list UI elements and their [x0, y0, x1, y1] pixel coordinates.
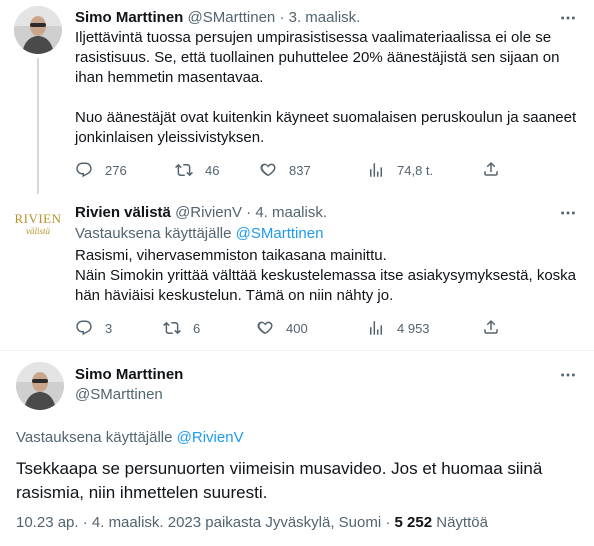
author-handle[interactable]: @SMarttinen	[188, 9, 276, 26]
reply-count: 276	[105, 162, 127, 178]
like-count: 400	[286, 320, 308, 336]
reply-to-link[interactable]: @SMarttinen	[236, 225, 324, 242]
like-button[interactable]: 837	[259, 160, 311, 180]
reply-prefix: Vastauksena käyttäjälle	[75, 225, 236, 242]
reply-count: 3	[105, 320, 113, 336]
tweet-body: Rasismi, vihervasemmiston taikasana main…	[75, 247, 577, 304]
more-button[interactable]	[558, 365, 578, 385]
logo-subtext: välistä	[26, 226, 50, 236]
more-dots-icon	[561, 16, 575, 20]
speech-bubble-icon	[76, 320, 92, 336]
logo-text: RIVIEN	[14, 211, 62, 226]
avatar[interactable]: RIVIEN välistä	[14, 200, 62, 248]
share-icon	[484, 161, 498, 176]
retweet-count: 46	[205, 162, 220, 178]
tweet-timestamp[interactable]: 10.23 ap. · 4. maalisk. 2023 paikasta Jy…	[16, 514, 395, 531]
reply-context: Vastauksena käyttäjälle @SMarttinen	[75, 224, 580, 244]
more-dots-icon	[561, 373, 575, 377]
retweet-icon	[175, 163, 193, 177]
like-button[interactable]: 400	[256, 318, 308, 338]
avatar[interactable]	[16, 362, 64, 410]
reply-prefix: Vastauksena käyttäjälle	[16, 429, 177, 446]
like-count: 837	[289, 162, 311, 178]
share-button[interactable]	[482, 160, 500, 183]
more-button[interactable]	[558, 8, 578, 28]
tweet-actions: 276 46 837 74,8 t.	[75, 160, 505, 180]
thread-line	[37, 58, 39, 194]
retweet-button[interactable]: 6	[163, 318, 200, 338]
views-button[interactable]: 74,8 t.	[367, 160, 433, 180]
views-button[interactable]: 4 953	[367, 318, 430, 338]
tweet-date[interactable]: 4. maalisk.	[255, 204, 327, 221]
speech-bubble-icon	[76, 162, 92, 178]
share-icon	[484, 319, 498, 334]
reply-to-link[interactable]: @RivienV	[177, 429, 244, 446]
tweet-body: Tsekkaapa se persunuorten viimeisin musa…	[16, 459, 543, 502]
divider	[0, 350, 594, 351]
view-label: Näyttöä	[432, 514, 488, 531]
view-count: 4 953	[397, 320, 430, 336]
tweet-actions: 3 6 400 4 953	[75, 318, 505, 338]
tweet-body: Iljettävintä tuossa persujen umpirasisti…	[75, 29, 577, 146]
reply-context: Vastauksena käyttäjälle @RivienV	[16, 428, 244, 448]
tweet-date[interactable]: 3. maalisk.	[289, 9, 361, 26]
heart-icon	[257, 321, 273, 335]
author-name[interactable]: Simo Marttinen	[75, 9, 183, 26]
reply-button[interactable]: 3	[75, 318, 112, 338]
tweet-header: Simo Marttinen @SMarttinen · 3. maalisk.	[75, 8, 360, 28]
view-count: 5 252	[394, 514, 433, 531]
reply-button[interactable]: 276	[75, 160, 127, 180]
retweet-icon	[163, 321, 181, 335]
more-button[interactable]	[558, 203, 578, 223]
retweet-count: 6	[193, 320, 201, 336]
separator: ·	[279, 9, 285, 26]
tweet-meta: 10.23 ap. · 4. maalisk. 2023 paikasta Jy…	[16, 513, 488, 533]
author-handle[interactable]: @RivienV	[175, 204, 242, 221]
view-count: 74,8 t.	[397, 162, 434, 178]
tweet-text: Iljettävintä tuossa persujen umpirasisti…	[75, 28, 580, 148]
heart-icon	[260, 163, 276, 177]
tweet-text: Rasismi, vihervasemmiston taikasana main…	[75, 246, 580, 306]
author-name[interactable]: Rivien välistä	[75, 204, 171, 221]
more-dots-icon	[561, 211, 575, 215]
tweet-header: Rivien välistä @RivienV · 4. maalisk.	[75, 203, 327, 223]
separator: ·	[246, 204, 252, 221]
bar-chart-icon	[370, 163, 382, 177]
bar-chart-icon	[370, 321, 382, 335]
author-name[interactable]: Simo Marttinen	[75, 365, 183, 385]
share-button[interactable]	[482, 318, 500, 341]
avatar[interactable]	[14, 6, 62, 54]
author-handle[interactable]: @SMarttinen	[75, 385, 163, 405]
retweet-button[interactable]: 46	[175, 160, 219, 180]
